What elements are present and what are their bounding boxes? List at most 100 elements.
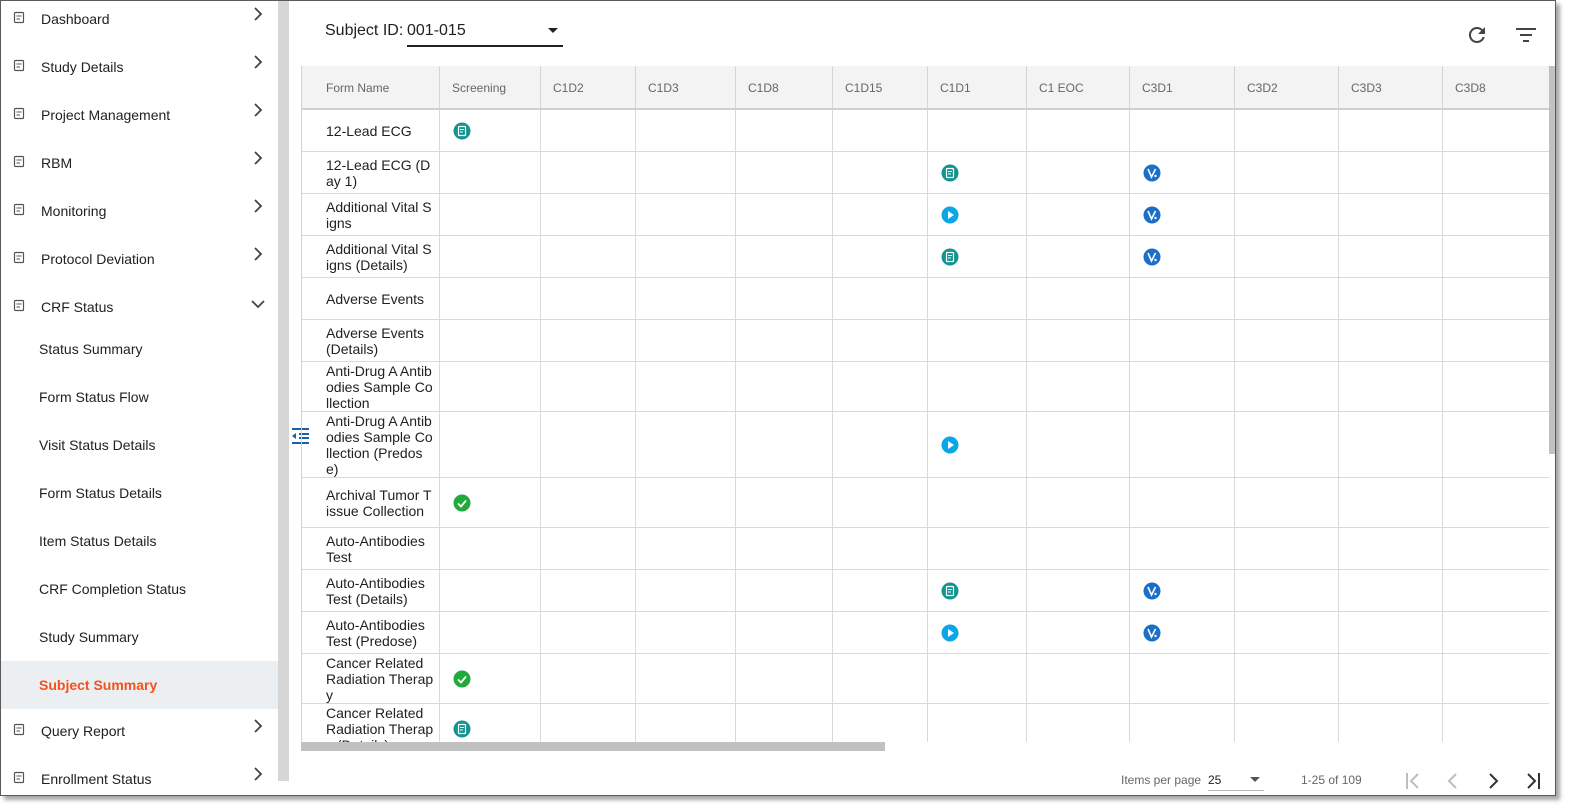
visit-status-cell[interactable]: [541, 236, 636, 277]
page-size-select[interactable]: 25: [1208, 769, 1264, 791]
visit-status-cell[interactable]: [1339, 152, 1443, 193]
column-header[interactable]: Screening: [440, 66, 541, 110]
chevron-right-icon[interactable]: [251, 719, 265, 733]
visit-status-cell[interactable]: [1235, 152, 1339, 193]
form-status-icon[interactable]: [941, 164, 959, 182]
visit-status-cell[interactable]: [736, 278, 833, 319]
sidebar-item-query-report[interactable]: Query Report: [1, 713, 278, 761]
visit-status-cell[interactable]: [1235, 704, 1339, 742]
last-page-icon[interactable]: [1521, 769, 1545, 793]
visit-status-cell[interactable]: [1235, 278, 1339, 319]
verified-status-icon[interactable]: [1143, 164, 1161, 182]
visit-status-cell[interactable]: [736, 412, 833, 477]
visit-status-cell[interactable]: [541, 478, 636, 527]
column-header[interactable]: C1 EOC: [1027, 66, 1130, 110]
visit-status-cell[interactable]: [541, 320, 636, 361]
chevron-right-icon[interactable]: [251, 55, 265, 69]
visit-status-cell[interactable]: [541, 278, 636, 319]
chevron-down-icon[interactable]: [251, 297, 265, 311]
visit-status-cell[interactable]: [1130, 654, 1235, 703]
visit-status-cell[interactable]: [833, 570, 928, 611]
sidebar-item-subject-summary[interactable]: Subject Summary: [1, 661, 278, 709]
visit-status-cell[interactable]: [636, 278, 736, 319]
visit-status-cell[interactable]: [636, 570, 736, 611]
visit-status-cell[interactable]: [541, 152, 636, 193]
in-progress-status-icon[interactable]: [941, 436, 959, 454]
visit-status-cell[interactable]: [1339, 362, 1443, 411]
visit-status-cell[interactable]: [1339, 654, 1443, 703]
in-progress-status-icon[interactable]: [941, 206, 959, 224]
visit-status-cell[interactable]: [736, 152, 833, 193]
visit-status-cell[interactable]: [1339, 528, 1443, 569]
visit-status-cell[interactable]: [1235, 362, 1339, 411]
visit-status-cell[interactable]: [1339, 110, 1443, 151]
column-header[interactable]: C3D3: [1339, 66, 1443, 110]
sidebar-item-project-management[interactable]: Project Management: [1, 97, 278, 145]
column-header[interactable]: C1D3: [636, 66, 736, 110]
visit-status-cell[interactable]: [1027, 152, 1130, 193]
visit-status-cell[interactable]: [928, 528, 1027, 569]
visit-status-cell[interactable]: [736, 320, 833, 361]
visit-status-cell[interactable]: [833, 236, 928, 277]
visit-status-cell[interactable]: [1443, 612, 1549, 653]
visit-status-cell[interactable]: [833, 478, 928, 527]
visit-status-cell[interactable]: [1443, 194, 1549, 235]
visit-status-cell[interactable]: [636, 412, 736, 477]
visit-status-cell[interactable]: [541, 362, 636, 411]
visit-status-cell[interactable]: [1339, 704, 1443, 742]
visit-status-cell[interactable]: [541, 654, 636, 703]
visit-status-cell[interactable]: [636, 528, 736, 569]
visit-status-cell[interactable]: [1130, 478, 1235, 527]
sidebar-scrollbar[interactable]: [278, 1, 289, 781]
sidebar-item-crf-completion-status[interactable]: CRF Completion Status: [1, 565, 278, 613]
visit-status-cell[interactable]: [833, 194, 928, 235]
completed-status-icon[interactable]: [453, 494, 471, 512]
verified-status-icon[interactable]: [1143, 248, 1161, 266]
next-page-icon[interactable]: [1481, 769, 1505, 793]
form-status-icon[interactable]: [941, 582, 959, 600]
first-page-icon[interactable]: [1401, 769, 1425, 793]
visit-status-cell[interactable]: [440, 152, 541, 193]
visit-status-cell[interactable]: [1130, 412, 1235, 477]
visit-status-cell[interactable]: [928, 278, 1027, 319]
sidebar-item-protocol-deviation[interactable]: Protocol Deviation: [1, 241, 278, 289]
visit-status-cell[interactable]: [1130, 528, 1235, 569]
visit-status-cell[interactable]: [833, 152, 928, 193]
sidebar-item-enrollment-status[interactable]: Enrollment Status: [1, 761, 278, 795]
visit-status-cell[interactable]: [1443, 478, 1549, 527]
visit-status-cell[interactable]: [1027, 278, 1130, 319]
sidebar-item-item-status-details[interactable]: Item Status Details: [1, 517, 278, 565]
visit-status-cell[interactable]: [1443, 654, 1549, 703]
visit-status-cell[interactable]: [833, 612, 928, 653]
visit-status-cell[interactable]: [736, 478, 833, 527]
form-status-icon[interactable]: [453, 720, 471, 738]
visit-status-cell[interactable]: [1027, 478, 1130, 527]
visit-status-cell[interactable]: [1235, 194, 1339, 235]
chevron-right-icon[interactable]: [251, 247, 265, 261]
form-status-icon[interactable]: [453, 122, 471, 140]
grid-horizontal-scrollbar[interactable]: [301, 742, 885, 751]
visit-status-cell[interactable]: [1027, 236, 1130, 277]
visit-status-cell[interactable]: [833, 654, 928, 703]
refresh-icon[interactable]: [1465, 23, 1489, 47]
visit-status-cell[interactable]: [440, 570, 541, 611]
visit-status-cell[interactable]: [833, 110, 928, 151]
visit-status-cell[interactable]: [1027, 704, 1130, 742]
visit-status-cell[interactable]: [1130, 362, 1235, 411]
visit-status-cell[interactable]: [833, 528, 928, 569]
visit-status-cell[interactable]: [1027, 654, 1130, 703]
verified-status-icon[interactable]: [1143, 206, 1161, 224]
column-header[interactable]: C1D8: [736, 66, 833, 110]
visit-status-cell[interactable]: [736, 570, 833, 611]
visit-status-cell[interactable]: [928, 654, 1027, 703]
visit-status-cell[interactable]: [1339, 478, 1443, 527]
visit-status-cell[interactable]: [636, 194, 736, 235]
visit-status-cell[interactable]: [636, 236, 736, 277]
visit-status-cell[interactable]: [636, 612, 736, 653]
visit-status-cell[interactable]: [1027, 570, 1130, 611]
visit-status-cell[interactable]: [1235, 528, 1339, 569]
column-header[interactable]: C3D8: [1443, 66, 1549, 110]
visit-status-cell[interactable]: [1339, 612, 1443, 653]
verified-status-icon[interactable]: [1143, 582, 1161, 600]
sidebar-item-dashboard[interactable]: Dashboard: [1, 1, 278, 49]
